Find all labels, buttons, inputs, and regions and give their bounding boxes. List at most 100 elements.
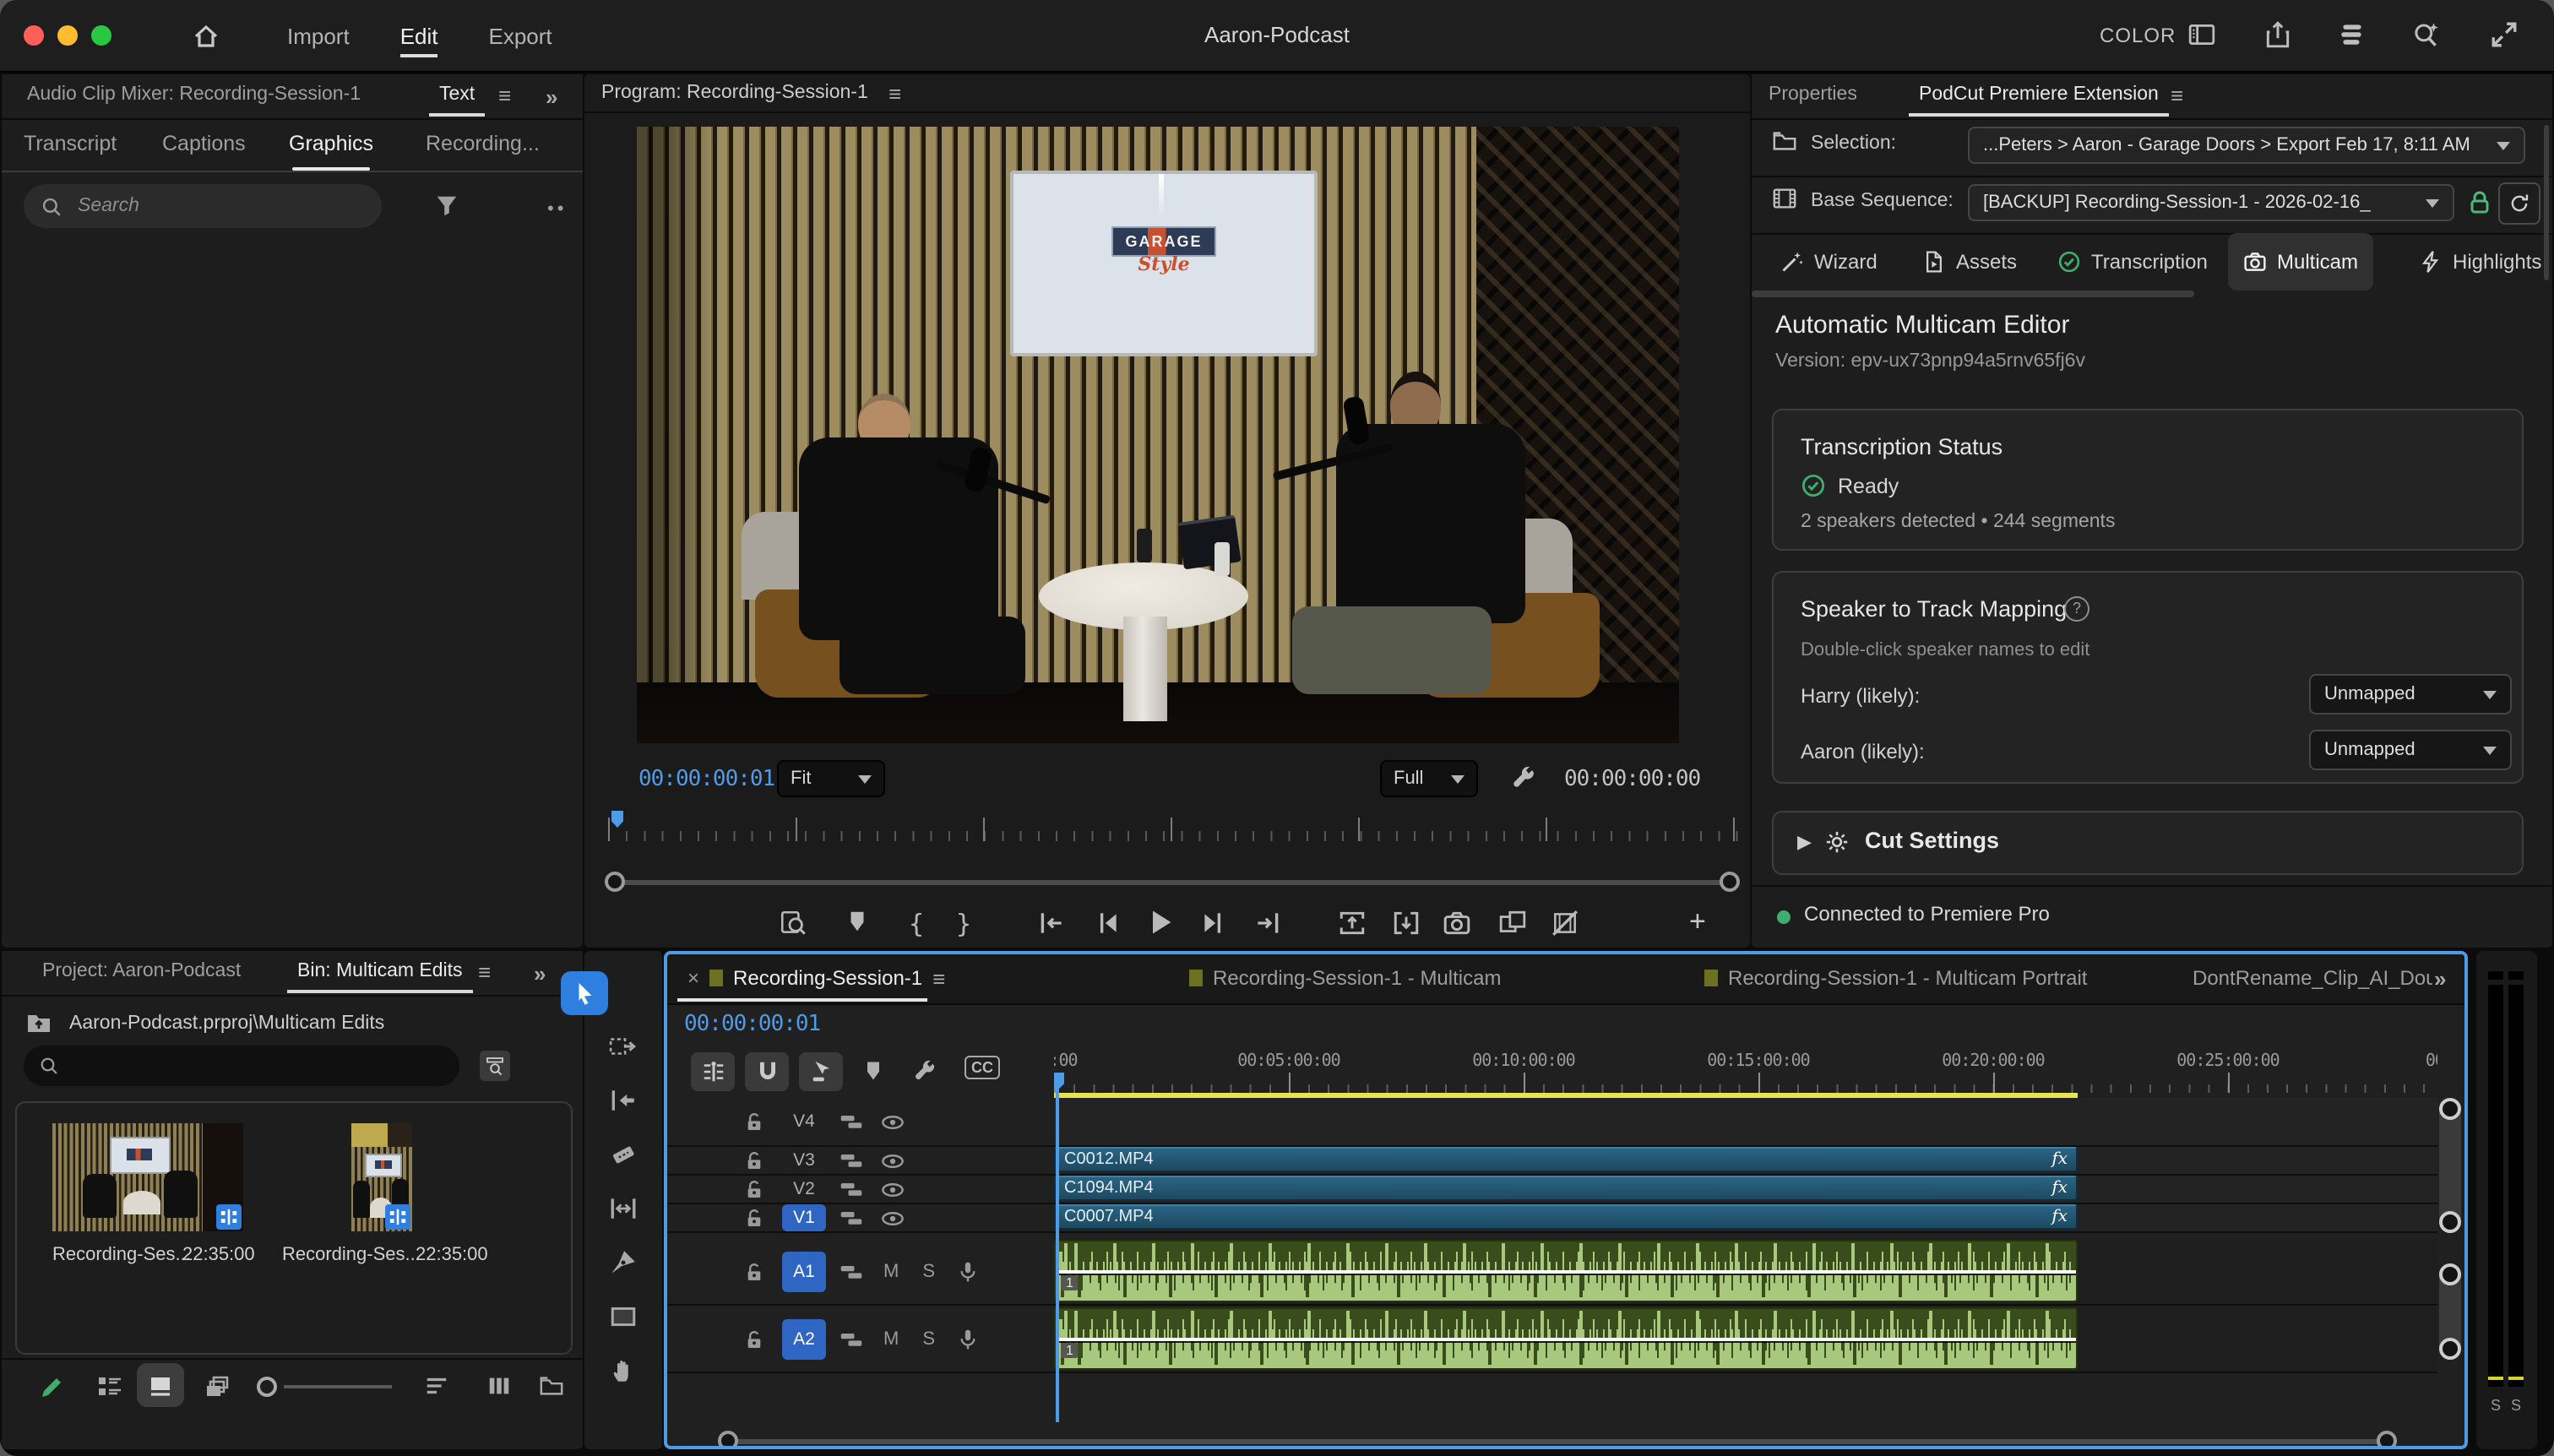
step-forward-icon[interactable] xyxy=(1199,909,1228,937)
tab-recording[interactable]: Recording... xyxy=(426,132,540,155)
track-header-v1[interactable]: V1 xyxy=(667,1204,1054,1233)
solo-button[interactable]: S xyxy=(922,1262,935,1282)
lock-icon[interactable] xyxy=(743,1178,765,1200)
more-options-icon[interactable]: •• xyxy=(547,199,567,220)
tab-project[interactable]: Project: Aaron-Podcast xyxy=(42,961,241,981)
panel-menu-icon[interactable]: ≡ xyxy=(888,83,901,105)
lift-icon[interactable] xyxy=(1338,909,1367,937)
track-header-a2[interactable]: A2 M S xyxy=(667,1307,1054,1373)
program-mini-timeline[interactable] xyxy=(608,818,1740,841)
fullscreen-icon[interactable] xyxy=(2490,20,2519,49)
color-workspace-button[interactable]: COLOR xyxy=(2100,24,2176,47)
add-marker-icon[interactable] xyxy=(861,1059,885,1083)
go-to-out-icon[interactable] xyxy=(1253,909,1282,937)
playback-resolution-select[interactable]: Full xyxy=(1380,760,1478,797)
linked-selection-toggle[interactable] xyxy=(799,1052,843,1091)
video-track-zoom-slider[interactable] xyxy=(2439,1098,2461,1233)
more-panels-icon[interactable]: » xyxy=(546,84,554,110)
harry-track-select[interactable]: Unmapped xyxy=(2309,674,2512,714)
track-v4[interactable] xyxy=(1054,1098,2437,1147)
edit-pencil-icon[interactable] xyxy=(39,1373,66,1400)
tab-graphics[interactable]: Graphics xyxy=(289,132,373,155)
scrollbar-handle-left[interactable] xyxy=(718,1431,738,1449)
program-scrollbar[interactable] xyxy=(605,872,1740,892)
lock-icon[interactable] xyxy=(743,1261,765,1283)
workspaces-icon[interactable] xyxy=(2338,20,2367,49)
panel-layout-icon[interactable] xyxy=(2187,20,2216,49)
extract-icon[interactable] xyxy=(1392,909,1421,937)
slider-knob[interactable] xyxy=(2439,1211,2461,1233)
track-target-icon[interactable] xyxy=(840,1177,863,1201)
tab-transcription[interactable]: Transcription xyxy=(2042,233,2223,291)
mute-button[interactable]: M xyxy=(883,1329,899,1350)
solo-button[interactable]: S xyxy=(2488,1397,2503,1414)
timeline-scrollbar[interactable] xyxy=(718,1431,2397,1449)
tab-highlights[interactable]: Highlights xyxy=(2404,233,2554,291)
base-sequence-dropdown[interactable]: [BACKUP] Recording-Session-1 - 2026-02-1… xyxy=(1968,184,2454,221)
track-select-tool-icon[interactable] xyxy=(609,1032,638,1061)
nested-sequence-toggle[interactable] xyxy=(691,1052,735,1091)
track-target-icon[interactable] xyxy=(840,1328,863,1351)
mark-in-icon[interactable]: { xyxy=(909,909,924,939)
lock-icon[interactable] xyxy=(743,1149,765,1171)
razor-tool-icon[interactable] xyxy=(609,1140,638,1169)
lock-icon[interactable] xyxy=(743,1111,765,1133)
aaron-track-select[interactable]: Unmapped xyxy=(2309,730,2512,770)
refresh-button[interactable] xyxy=(2498,182,2540,225)
tab-transcript[interactable]: Transcript xyxy=(24,132,117,155)
bin-item-name[interactable]: Recording-Ses... xyxy=(282,1245,421,1265)
gain-line[interactable] xyxy=(1056,1339,2076,1342)
lock-icon[interactable] xyxy=(2466,189,2493,216)
track-label[interactable]: V3 xyxy=(782,1150,826,1171)
clip-v2[interactable]: C1094.MP4 fx xyxy=(1054,1176,2078,1201)
help-icon[interactable]: ? xyxy=(2064,596,2089,622)
panel-menu-icon[interactable]: ≡ xyxy=(932,967,945,989)
bin-item-thumbnail[interactable] xyxy=(351,1123,412,1231)
slider-knob[interactable] xyxy=(2439,1338,2461,1360)
scrollbar-handle-right[interactable] xyxy=(1720,872,1740,892)
button-editor-plus-icon[interactable]: + xyxy=(1689,905,1706,939)
rectangle-tool-icon[interactable] xyxy=(609,1302,638,1331)
track-label-selected[interactable]: V1 xyxy=(782,1204,826,1231)
quick-export-icon[interactable] xyxy=(2263,20,2292,49)
track-header-v2[interactable]: V2 xyxy=(667,1176,1054,1204)
sort-icon[interactable] xyxy=(424,1373,449,1399)
settings-wrench-icon[interactable] xyxy=(1510,765,1537,792)
panel-menu-icon[interactable]: ≡ xyxy=(478,961,491,983)
track-v3[interactable]: C0012.MP4 fx xyxy=(1054,1147,2437,1176)
lock-icon[interactable] xyxy=(743,1328,765,1350)
slider-knob[interactable] xyxy=(2439,1263,2461,1285)
slider-knob[interactable] xyxy=(2439,1098,2461,1120)
multiview-icon[interactable] xyxy=(1498,909,1527,937)
track-a1[interactable]: 1 xyxy=(1054,1240,2437,1306)
filter-icon[interactable] xyxy=(434,193,459,218)
more-panels-icon[interactable]: » xyxy=(534,961,542,986)
eye-icon[interactable] xyxy=(880,1176,905,1202)
tab-wizard[interactable]: Wizard xyxy=(1765,233,1893,291)
track-header-v3[interactable]: V3 xyxy=(667,1147,1054,1176)
panel-menu-icon[interactable]: ≡ xyxy=(2171,84,2183,106)
captions-toggle[interactable]: CC xyxy=(965,1056,1000,1079)
freeform-view-icon[interactable] xyxy=(204,1373,231,1400)
track-header-v4[interactable]: V4 xyxy=(667,1098,1054,1147)
mic-icon[interactable] xyxy=(955,1260,979,1284)
track-label[interactable]: V2 xyxy=(782,1179,826,1199)
timeline-tracks[interactable]: 00:00 00:05:00:00 00:10:00:00 00:15:00:0… xyxy=(1054,954,2437,1446)
tab-assets[interactable]: Assets xyxy=(1907,233,2032,291)
tab-captions[interactable]: Captions xyxy=(162,132,246,155)
go-to-in-icon[interactable] xyxy=(1037,909,1066,937)
bin-search-input[interactable] xyxy=(59,1054,404,1078)
tab-audio-clip-mixer[interactable]: Audio Clip Mixer: Recording-Session-1 xyxy=(27,84,361,105)
mic-icon[interactable] xyxy=(955,1328,979,1351)
eye-icon[interactable] xyxy=(880,1109,905,1134)
clip-a1[interactable]: 1 xyxy=(1054,1240,2078,1302)
tab-bin-multicam-edits[interactable]: Bin: Multicam Edits xyxy=(297,961,463,981)
bin-item-thumbnail[interactable] xyxy=(52,1123,243,1231)
play-icon[interactable] xyxy=(1145,907,1176,937)
bin-find-icon[interactable] xyxy=(480,1051,510,1081)
thumbnail-view-icon[interactable] xyxy=(147,1373,174,1400)
expander-arrow-icon[interactable]: ▶ xyxy=(1797,831,1812,853)
timeline-ruler[interactable]: 00:00 00:05:00:00 00:10:00:00 00:15:00:0… xyxy=(1054,1052,2437,1074)
track-label-selected[interactable]: A1 xyxy=(782,1252,826,1292)
proxy-toggle-icon[interactable] xyxy=(1551,909,1579,937)
